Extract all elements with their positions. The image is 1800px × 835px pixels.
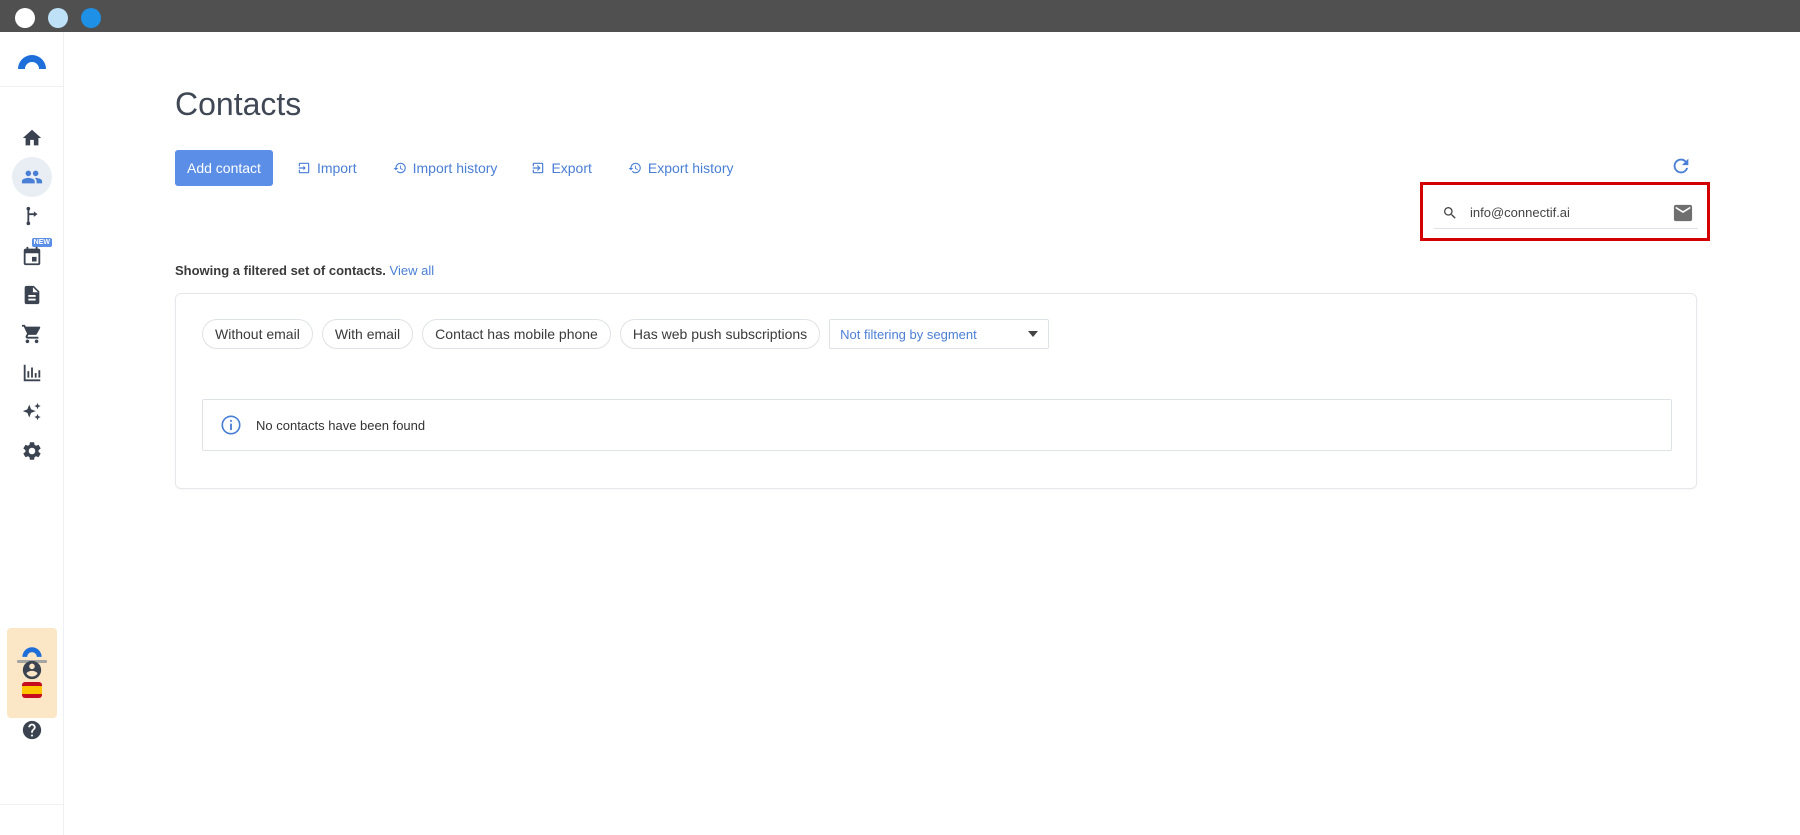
sidebar-divider xyxy=(0,804,63,805)
import-history-link[interactable]: Import history xyxy=(393,160,498,176)
filter-chips: Without email With email Contact has mob… xyxy=(202,319,1050,349)
view-all-link[interactable]: View all xyxy=(390,263,435,278)
window-close-button[interactable] xyxy=(15,8,35,28)
new-badge: NEW xyxy=(31,238,52,247)
user-circle-icon xyxy=(22,660,42,680)
logo-divider xyxy=(0,86,63,87)
sidebar-item-settings[interactable] xyxy=(12,431,52,471)
import-link[interactable]: Import xyxy=(297,160,357,176)
empty-results-alert: No contacts have been found xyxy=(202,399,1672,451)
sparkles-icon xyxy=(22,402,41,421)
sidebar-item-profile[interactable] xyxy=(12,650,52,690)
search-icon xyxy=(1442,205,1458,221)
segment-select-value: Not filtering by segment xyxy=(840,326,977,342)
filter-notice: Showing a filtered set of contacts. View… xyxy=(175,263,434,278)
refresh-button[interactable] xyxy=(1670,155,1692,177)
calendar-icon xyxy=(23,246,41,266)
email-type-icon[interactable] xyxy=(1672,203,1694,223)
import-history-label: Import history xyxy=(412,160,498,176)
export-history-label: Export history xyxy=(647,160,734,176)
sidebar-item-documents[interactable] xyxy=(12,275,52,315)
home-icon xyxy=(22,129,42,146)
segment-select[interactable]: Not filtering by segment xyxy=(829,319,1050,349)
add-contact-button[interactable]: Add contact xyxy=(175,150,273,186)
contact-search-field[interactable] xyxy=(1434,197,1698,229)
filter-notice-text: Showing a filtered set of contacts. xyxy=(175,263,386,278)
chip-has-web-push[interactable]: Has web push subscriptions xyxy=(619,319,821,349)
sidebar-item-contacts[interactable] xyxy=(12,157,52,197)
document-icon xyxy=(24,285,40,305)
refresh-icon xyxy=(1673,158,1689,174)
sidebar-item-home[interactable] xyxy=(12,118,52,158)
history-icon xyxy=(628,162,641,174)
search-input[interactable] xyxy=(1470,205,1650,220)
sidebar-item-store[interactable] xyxy=(12,314,52,354)
chip-with-email[interactable]: With email xyxy=(321,319,414,349)
export-label: Export xyxy=(551,160,592,176)
bar-chart-icon xyxy=(23,364,41,382)
contacts-card: Without email With email Contact has mob… xyxy=(175,293,1697,489)
export-history-link[interactable]: Export history xyxy=(628,160,734,176)
window-minimize-button[interactable] xyxy=(48,8,68,28)
help-icon xyxy=(22,720,42,740)
export-icon xyxy=(533,162,544,174)
page-title: Contacts xyxy=(175,86,302,122)
gear-icon xyxy=(23,442,41,460)
logo-arc-icon xyxy=(18,55,46,69)
sidebar-item-calendar[interactable]: NEW xyxy=(12,236,52,276)
contacts-icon xyxy=(21,170,43,184)
chip-without-email[interactable]: Without email xyxy=(202,319,313,349)
connectif-logo[interactable] xyxy=(16,48,48,70)
sidebar-item-workflows[interactable] xyxy=(12,196,52,236)
window-titlebar xyxy=(0,0,1800,32)
import-label: Import xyxy=(316,160,357,176)
history-icon xyxy=(393,162,406,174)
sidebar-item-reports[interactable] xyxy=(12,353,52,393)
chip-has-mobile-phone[interactable]: Contact has mobile phone xyxy=(422,319,611,349)
sidebar-item-ai[interactable] xyxy=(12,392,52,432)
export-link[interactable]: Export xyxy=(531,160,592,176)
import-icon xyxy=(298,162,310,174)
caret-down-icon xyxy=(1028,331,1039,337)
empty-results-message: No contacts have been found xyxy=(256,417,426,433)
window-maximize-button[interactable] xyxy=(81,8,101,28)
sidebar: NEW xyxy=(0,32,64,835)
cart-icon xyxy=(21,324,41,344)
workflow-icon xyxy=(26,206,38,226)
info-icon xyxy=(220,414,242,436)
sidebar-item-help[interactable] xyxy=(12,710,52,750)
contacts-toolbar: Add contact Import Import history Export… xyxy=(175,150,734,186)
